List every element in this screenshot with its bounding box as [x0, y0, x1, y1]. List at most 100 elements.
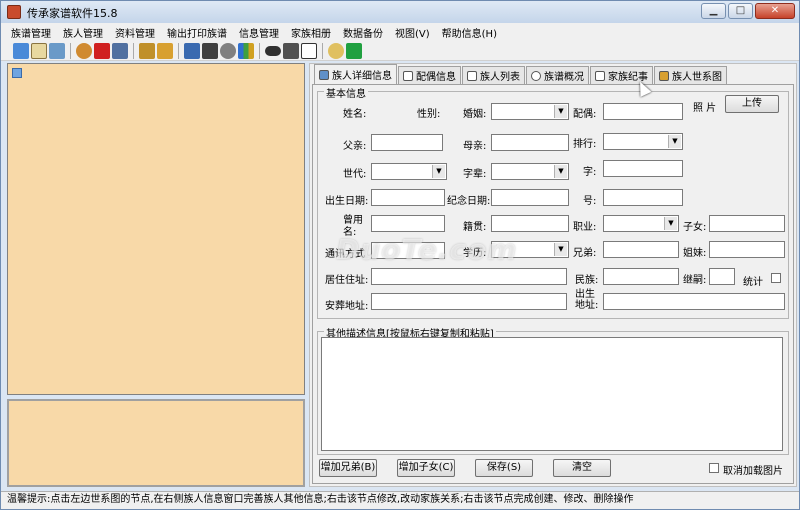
marriage-label: 婚姻:	[463, 109, 487, 120]
occupation-select[interactable]: ▼	[603, 215, 679, 232]
stats-checkbox[interactable]	[771, 273, 781, 283]
chevron-down-icon: ▼	[554, 105, 567, 118]
generation-select[interactable]: ▼	[371, 163, 447, 180]
mother-label: 母亲:	[463, 141, 487, 152]
menu-view[interactable]: 视图(V)	[389, 25, 436, 40]
succession-input[interactable]	[709, 268, 735, 285]
app-window: 传承家谱软件15.8 ▁ □ ✕ 族谱管理 族人管理 资料管理 输出打印族谱 信…	[0, 0, 800, 510]
exit-icon[interactable]	[346, 42, 362, 59]
tree-preview-pane	[7, 399, 305, 487]
upload-button[interactable]: 上传	[725, 95, 779, 113]
alias-input[interactable]	[603, 189, 683, 206]
chevron-down-icon: ▼	[554, 243, 567, 256]
add-person-icon[interactable]	[76, 42, 92, 59]
ethnicity-input[interactable]	[603, 268, 679, 285]
title-bar: 传承家谱软件15.8 ▁ □ ✕	[1, 1, 799, 23]
toolbar-separator	[70, 42, 71, 59]
alias-label: 号:	[583, 196, 597, 207]
address-input[interactable]	[371, 268, 567, 285]
binoculars-icon[interactable]	[202, 42, 218, 59]
toolbar-separator	[259, 42, 260, 59]
former-name-input[interactable]	[371, 215, 445, 232]
brothers-input[interactable]	[603, 241, 679, 258]
menu-help[interactable]: 帮助信息(H)	[436, 25, 503, 40]
birthplace-input[interactable]	[603, 293, 785, 310]
delete-icon[interactable]	[94, 42, 110, 59]
mother-input[interactable]	[491, 134, 569, 151]
letter-a-icon[interactable]	[301, 42, 317, 59]
stats-label: 统计	[743, 277, 763, 288]
succession-label: 继嗣:	[683, 275, 707, 286]
eye-icon	[531, 70, 541, 81]
toolbar-separator	[133, 42, 134, 59]
menu-genealogy[interactable]: 族谱管理	[5, 25, 57, 40]
sisters-input[interactable]	[709, 241, 785, 258]
close-button[interactable]: ✕	[755, 3, 795, 19]
edit-icon[interactable]	[112, 42, 128, 59]
chevron-down-icon: ▼	[668, 135, 681, 148]
page-icon[interactable]	[49, 42, 65, 59]
book-icon[interactable]	[31, 42, 47, 59]
books-icon[interactable]	[283, 42, 299, 59]
native-place-input[interactable]	[491, 215, 569, 232]
save-button[interactable]: 保存(S)	[475, 459, 533, 477]
tab-lineage-chart[interactable]: 族人世系图	[654, 66, 727, 84]
clear-button[interactable]: 清空	[553, 459, 611, 477]
tab-overview[interactable]: 族谱概况	[526, 66, 589, 84]
people-icon[interactable]	[157, 42, 173, 59]
menu-materials[interactable]: 资料管理	[109, 25, 161, 40]
marriage-select[interactable]: ▼	[491, 103, 569, 120]
description-textarea[interactable]	[321, 337, 783, 451]
chart-icon[interactable]	[238, 42, 254, 59]
memorial-date-input[interactable]	[491, 189, 569, 206]
settings-icon[interactable]	[220, 42, 236, 59]
person-icon	[319, 69, 329, 80]
spouse-label: 配偶:	[573, 109, 597, 120]
people-icon	[659, 70, 669, 81]
chevron-down-icon: ▼	[554, 165, 567, 178]
add-sibling-button[interactable]: 增加兄弟(B)	[319, 459, 377, 477]
app-icon	[7, 5, 21, 19]
father-label: 父亲:	[343, 141, 367, 152]
rank-select[interactable]: ▼	[603, 133, 683, 150]
generation-name-select[interactable]: ▼	[491, 163, 569, 180]
brothers-label: 兄弟:	[573, 248, 597, 259]
father-input[interactable]	[371, 134, 443, 151]
menu-info[interactable]: 信息管理	[233, 25, 285, 40]
eye-icon[interactable]	[265, 45, 281, 56]
minimize-button[interactable]: ▁	[701, 3, 726, 19]
tab-label: 配偶信息	[416, 72, 456, 83]
toolbar-separator	[322, 42, 323, 59]
menu-print[interactable]: 输出打印族谱	[161, 25, 233, 40]
tab-member-details[interactable]: 族人详细信息	[314, 64, 397, 84]
photo-label: 照 片	[693, 103, 717, 114]
tab-spouse-info[interactable]: 配偶信息	[398, 66, 461, 84]
add-child-button[interactable]: 增加子女(C)	[397, 459, 455, 477]
menu-album[interactable]: 家族相册	[285, 25, 337, 40]
maximize-button[interactable]: □	[728, 3, 753, 19]
link-icon[interactable]	[139, 42, 155, 59]
tab-label: 族人世系图	[672, 72, 722, 83]
gender-label: 性别:	[417, 109, 441, 120]
print-icon[interactable]	[184, 42, 200, 59]
burial-address-input[interactable]	[371, 293, 567, 310]
letter-a-icon	[467, 70, 477, 81]
menu-members[interactable]: 族人管理	[57, 25, 109, 40]
children-input[interactable]	[709, 215, 785, 232]
books-icon	[595, 70, 605, 81]
cancel-photo-checkbox[interactable]	[709, 463, 719, 473]
chat-icon[interactable]	[328, 42, 344, 59]
children-label: 子女:	[683, 222, 707, 233]
tab-label: 族人详细信息	[332, 71, 392, 82]
courtesy-name-input[interactable]	[603, 160, 683, 177]
occupation-label: 职业:	[573, 222, 597, 233]
tree-root-node[interactable]	[12, 68, 22, 78]
spouse-input[interactable]	[603, 103, 683, 120]
birth-date-input[interactable]	[371, 189, 445, 206]
chevron-down-icon: ▼	[664, 217, 677, 230]
menu-backup[interactable]: 数据备份	[337, 25, 389, 40]
tree-icon[interactable]	[13, 42, 29, 59]
family-tree-pane[interactable]	[7, 63, 305, 395]
tab-member-list[interactable]: 族人列表	[462, 66, 525, 84]
cancel-photo-label: 取消加载图片	[723, 466, 783, 477]
